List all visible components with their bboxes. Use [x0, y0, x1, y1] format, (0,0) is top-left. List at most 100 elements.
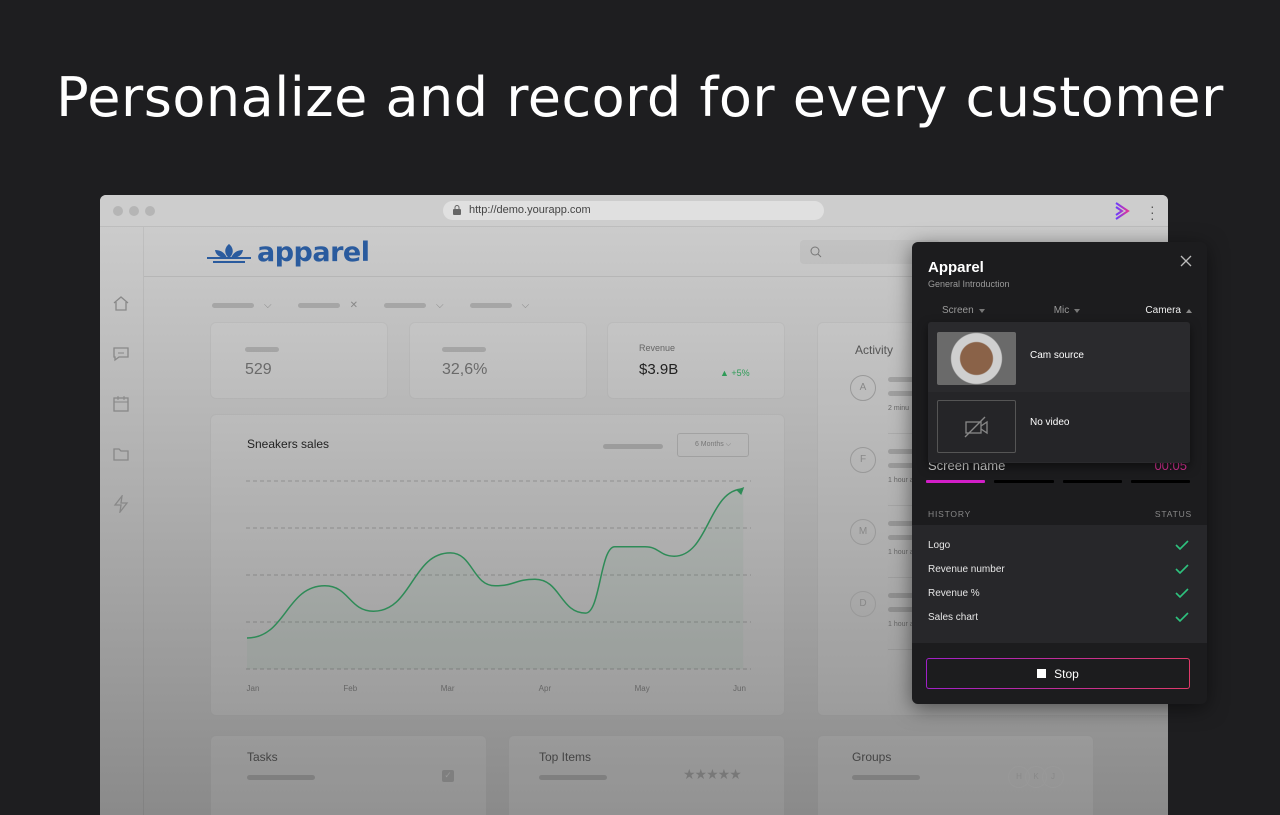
activity-item[interactable]: D 1 hour a: [850, 591, 1168, 650]
filter-dropdown[interactable]: ⌵: [383, 300, 444, 311]
status-column-label: STATUS: [1154, 509, 1192, 519]
x-tick-label: Apr: [539, 684, 552, 693]
groups-card: Groups H K J: [817, 735, 1094, 815]
top-items-card: Top Items ★★★★★: [508, 735, 785, 815]
sales-chart-card: Sneakers sales 6 Months ⌵ Jan Feb Mar Apr Ma…: [210, 414, 785, 716]
tasks-title: Tasks: [247, 750, 278, 764]
stop-button[interactable]: Stop: [926, 658, 1190, 689]
revenue-change: ▲ +5%: [720, 368, 750, 378]
avatar: J: [1042, 766, 1064, 788]
no-video-thumbnail: [937, 400, 1016, 453]
recorder-extension-icon[interactable]: [1114, 201, 1132, 221]
recorder-subtitle: General Introduction: [928, 279, 1010, 289]
camera-preview-thumbnail: [937, 332, 1016, 385]
revenue-value: $3.9B: [639, 361, 679, 378]
activity-item[interactable]: F 1 hour a: [850, 447, 1168, 506]
avatar: D: [850, 591, 876, 617]
chevron-down-icon: ⌵: [264, 300, 272, 311]
sidebar: [100, 227, 144, 815]
camera-option-cam-source[interactable]: Cam source: [928, 322, 1190, 392]
task-checkbox[interactable]: ✓: [442, 770, 454, 782]
option-label: Cam source: [1030, 350, 1084, 361]
stop-icon: [1037, 669, 1047, 678]
activity-item[interactable]: M 1 hour a: [850, 519, 1168, 578]
star-rating-icon: ★★★★★: [683, 766, 742, 782]
x-tick-label: Feb: [343, 684, 357, 693]
trefoil-logo-icon: [207, 243, 251, 263]
check-icon: [1175, 588, 1189, 598]
history-label: Logo: [928, 539, 951, 551]
x-tick-label: Mar: [441, 684, 455, 693]
tasks-card: Tasks ✓: [210, 735, 487, 815]
stat-value: 529: [245, 361, 272, 378]
filter-dropdown[interactable]: ⌵: [212, 300, 272, 311]
mic-source-dropdown[interactable]: Mic: [1025, 305, 1108, 316]
browser-menu-icon[interactable]: · · ·: [1150, 199, 1155, 225]
check-icon: [1175, 612, 1189, 622]
recorder-panel: Apparel General Introduction Screen Mic …: [912, 242, 1207, 704]
folder-icon[interactable]: [112, 445, 130, 463]
activity-title: Activity: [855, 343, 894, 357]
apparel-logo[interactable]: apparel: [207, 237, 370, 268]
camera-source-dropdown[interactable]: Camera: [1109, 305, 1192, 316]
history-list: Logo Revenue number Revenue % Sales chart: [912, 525, 1207, 643]
x-tick-label: Jun: [733, 684, 746, 693]
video-off-icon: [964, 416, 988, 438]
window-close-dot[interactable]: [113, 206, 123, 216]
x-tick-label: Jan: [247, 684, 260, 693]
chevron-down-icon: ⌵: [435, 300, 444, 311]
recorder-title: Apparel: [928, 259, 984, 276]
window-minimize-dot[interactable]: [129, 206, 139, 216]
close-icon[interactable]: ✕: [350, 300, 358, 311]
history-label: Revenue number: [928, 563, 1005, 575]
avatar: M: [850, 519, 876, 545]
window-maximize-dot[interactable]: [145, 206, 155, 216]
stat-card: 529: [210, 322, 388, 399]
caret-down-icon: [978, 308, 985, 313]
stat-card: 32,6%: [409, 322, 587, 399]
progress-segment: [1130, 480, 1190, 483]
headline: Personalize and record for every custome…: [56, 66, 1224, 129]
browser-toolbar: http://demo.yourapp.com · · ·: [100, 195, 1168, 227]
activity-time: 1 hour a: [888, 549, 914, 556]
calendar-icon[interactable]: [112, 395, 130, 413]
history-label: Revenue %: [928, 587, 980, 599]
x-tick-label: May: [635, 684, 650, 693]
progress-segment-active: [926, 480, 986, 483]
filter-chip[interactable]: ✕: [297, 300, 358, 311]
progress-segment: [994, 480, 1054, 483]
screen-source-dropdown[interactable]: Screen: [928, 305, 1025, 316]
camera-option-no-video[interactable]: No video: [928, 392, 1190, 462]
stop-label: Stop: [1054, 666, 1079, 681]
source-selectors: Screen Mic Camera: [928, 305, 1192, 316]
progress-segment: [1062, 480, 1122, 483]
history-row: Revenue %: [912, 581, 1207, 605]
top-items-title: Top Items: [539, 750, 592, 764]
chat-icon[interactable]: [112, 345, 130, 363]
url-text: http://demo.yourapp.com: [469, 204, 591, 216]
option-label: No video: [1030, 417, 1070, 428]
camera-dropdown-menu: Cam source No video: [928, 322, 1190, 463]
close-icon[interactable]: [1179, 254, 1193, 268]
camera-source-label: Camera: [1145, 305, 1181, 316]
area-fill: [247, 488, 744, 669]
groups-title: Groups: [852, 750, 892, 764]
filter-dropdown[interactable]: ⌵: [469, 300, 530, 311]
search-icon: [810, 246, 822, 258]
avatar: A: [850, 375, 876, 401]
sales-line-chart: Jan Feb Mar Apr May Jun: [246, 480, 751, 693]
activity-time: 2 minu: [888, 405, 910, 412]
lock-icon: [453, 205, 461, 215]
activity-item[interactable]: A 2 minu: [850, 375, 1168, 434]
chevron-down-icon: ⌵: [521, 300, 530, 311]
address-bar[interactable]: http://demo.yourapp.com: [443, 201, 824, 220]
check-icon: [1175, 540, 1189, 550]
history-header: HISTORY STATUS: [928, 509, 1192, 519]
revenue-card: Revenue $3.9B ▲ +5%: [607, 322, 785, 399]
home-icon[interactable]: [112, 295, 130, 313]
lightning-icon[interactable]: [112, 495, 130, 513]
history-row: Logo: [912, 533, 1207, 557]
progress-segments: [926, 480, 1190, 483]
logo-text: apparel: [257, 237, 370, 268]
history-row: Sales chart: [912, 605, 1207, 629]
